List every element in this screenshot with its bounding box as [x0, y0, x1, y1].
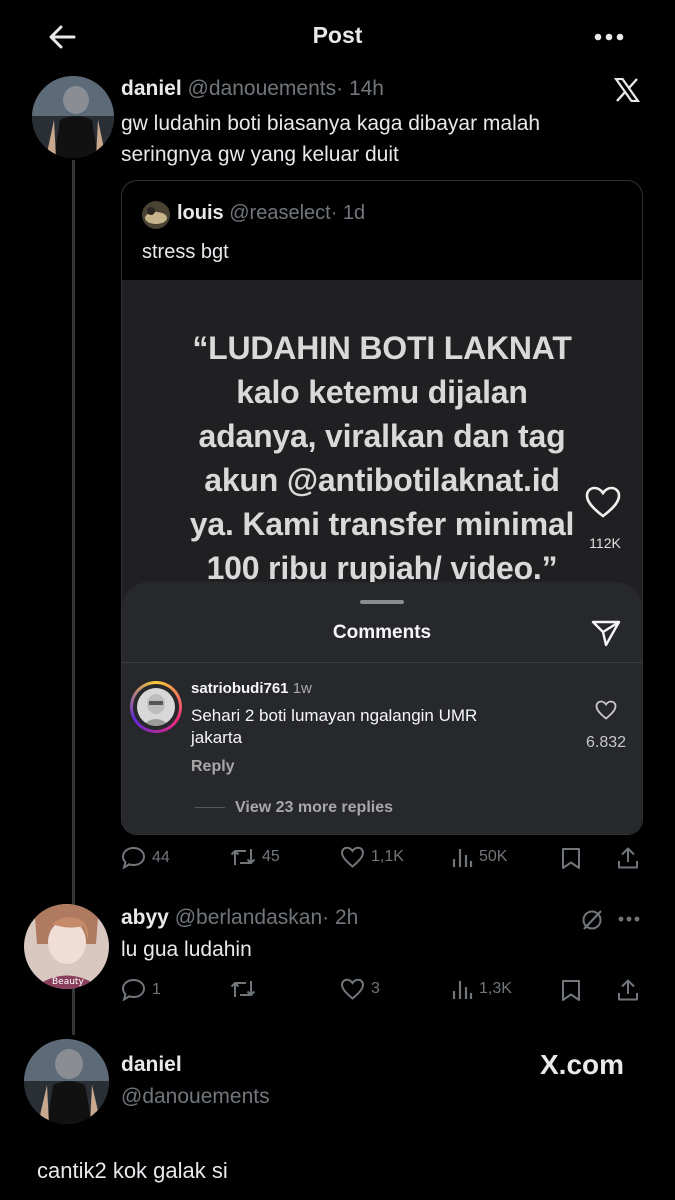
- bookmark-icon[interactable]: [561, 847, 581, 870]
- reply-bookmark-icon[interactable]: [561, 979, 581, 1002]
- commenter-username[interactable]: satriobudi761: [191, 680, 289, 697]
- comment-like-count: 6.832: [585, 734, 627, 751]
- media-line: adanya, viralkan dan tag: [198, 418, 566, 454]
- sheet-divider: [122, 662, 642, 663]
- reply-avatar[interactable]: Beauty: [24, 904, 109, 989]
- reply-more-icon[interactable]: [618, 916, 640, 922]
- page-title: Post: [312, 22, 363, 48]
- like-count: 1,1K: [371, 848, 404, 865]
- repost-button[interactable]: 45: [230, 846, 280, 868]
- send-icon[interactable]: [591, 619, 621, 647]
- avatar[interactable]: [32, 76, 114, 158]
- bottom-avatar[interactable]: [24, 1039, 109, 1124]
- share-icon[interactable]: [617, 846, 639, 870]
- reply-time[interactable]: · 2h: [322, 906, 358, 929]
- comment-text-line-2: jakarta: [191, 728, 243, 747]
- reply-icon: [121, 846, 146, 869]
- bottom-author-handle[interactable]: @danouements: [121, 1085, 270, 1109]
- reply-text: lu gua ludahin: [121, 938, 252, 961]
- quoted-post[interactable]: louis @reaselect· 1d stress bgt “LUDAHIN…: [121, 180, 643, 835]
- quote-text: stress bgt: [142, 241, 229, 263]
- reply-repost-button[interactable]: [230, 978, 262, 1000]
- post-time[interactable]: · 14h: [336, 77, 384, 100]
- reply-count: 44: [152, 848, 170, 866]
- quote-media[interactable]: “LUDAHIN BOTI LAKNAT kalo ketemu dijalan…: [122, 280, 642, 834]
- reply-reply-button[interactable]: 1: [121, 978, 161, 1001]
- like-button[interactable]: 1,1K: [340, 846, 404, 868]
- author-handle[interactable]: @danouements: [188, 77, 337, 100]
- media-line: kalo ketemu dijalan: [236, 374, 528, 410]
- repost-count: 45: [262, 848, 280, 865]
- media-like-count: 112K: [589, 535, 621, 551]
- comments-sheet: Comments satriobudi761 1w Sehari 2 boti …: [122, 582, 642, 834]
- comment-like-icon[interactable]: [595, 700, 617, 720]
- media-line: ya. Kami transfer minimal: [189, 506, 575, 542]
- x-com-watermark: X.com: [540, 1049, 625, 1080]
- quote-author-handle: @reaselect: [229, 202, 331, 224]
- repost-icon: [230, 978, 256, 1000]
- x-logo-icon: [614, 78, 640, 102]
- comment-text-line-1: Sehari 2 boti lumayan ngalangin UMR: [191, 706, 478, 725]
- repost-icon: [230, 846, 256, 868]
- media-caption: “LUDAHIN BOTI LAKNAT kalo ketemu dijalan…: [122, 326, 642, 590]
- bottom-post-text: cantik2 kok galak si: [37, 1158, 228, 1183]
- reply-views-button[interactable]: 1,3K: [451, 978, 512, 1000]
- post-text-line-2: seringnya gw yang keluar duit: [121, 143, 399, 166]
- views-button[interactable]: 50K: [451, 846, 507, 868]
- comment-age: 1w: [292, 680, 312, 697]
- quote-time: · 1d: [330, 202, 366, 224]
- heart-icon: [340, 846, 365, 868]
- reply-like-count: 3: [371, 980, 380, 997]
- reply-author-handle[interactable]: @berlandaskan: [175, 906, 322, 929]
- media-line: akun @antibotilaknat.id: [204, 462, 560, 498]
- reply-author-name[interactable]: abyy: [121, 906, 169, 929]
- heart-outline-icon: [585, 486, 621, 518]
- media-line: “LUDAHIN BOTI LAKNAT: [192, 330, 572, 366]
- reply-button[interactable]: 44: [121, 846, 170, 869]
- view-count: 50K: [479, 848, 508, 865]
- sheet-handle: [360, 600, 404, 604]
- post-text-line-1: gw ludahin boti biasanya kaga dibayar ma…: [121, 112, 541, 135]
- comments-title: Comments: [332, 622, 432, 643]
- quote-author-name: louis: [177, 202, 224, 224]
- grok-icon[interactable]: [580, 908, 604, 932]
- views-icon: [451, 978, 473, 1000]
- more-options-icon[interactable]: [594, 33, 624, 41]
- views-icon: [451, 846, 473, 868]
- reply-icon: [121, 978, 146, 1001]
- author-name[interactable]: daniel: [121, 77, 182, 100]
- reply-view-count: 1,3K: [479, 980, 512, 997]
- quote-avatar: [142, 201, 170, 229]
- view-more-replies[interactable]: View 23 more replies: [235, 799, 393, 817]
- svg-text:Beauty: Beauty: [52, 977, 84, 987]
- reply-link[interactable]: Reply: [191, 758, 235, 776]
- reply-like-button[interactable]: 3: [340, 978, 380, 1000]
- heart-icon: [340, 978, 365, 1000]
- bottom-author-name[interactable]: daniel: [121, 1053, 270, 1077]
- reply-share-icon[interactable]: [617, 978, 639, 1002]
- reply-reply-count: 1: [152, 980, 161, 998]
- commenter-avatar[interactable]: [130, 681, 182, 733]
- view-replies-line: [195, 807, 225, 808]
